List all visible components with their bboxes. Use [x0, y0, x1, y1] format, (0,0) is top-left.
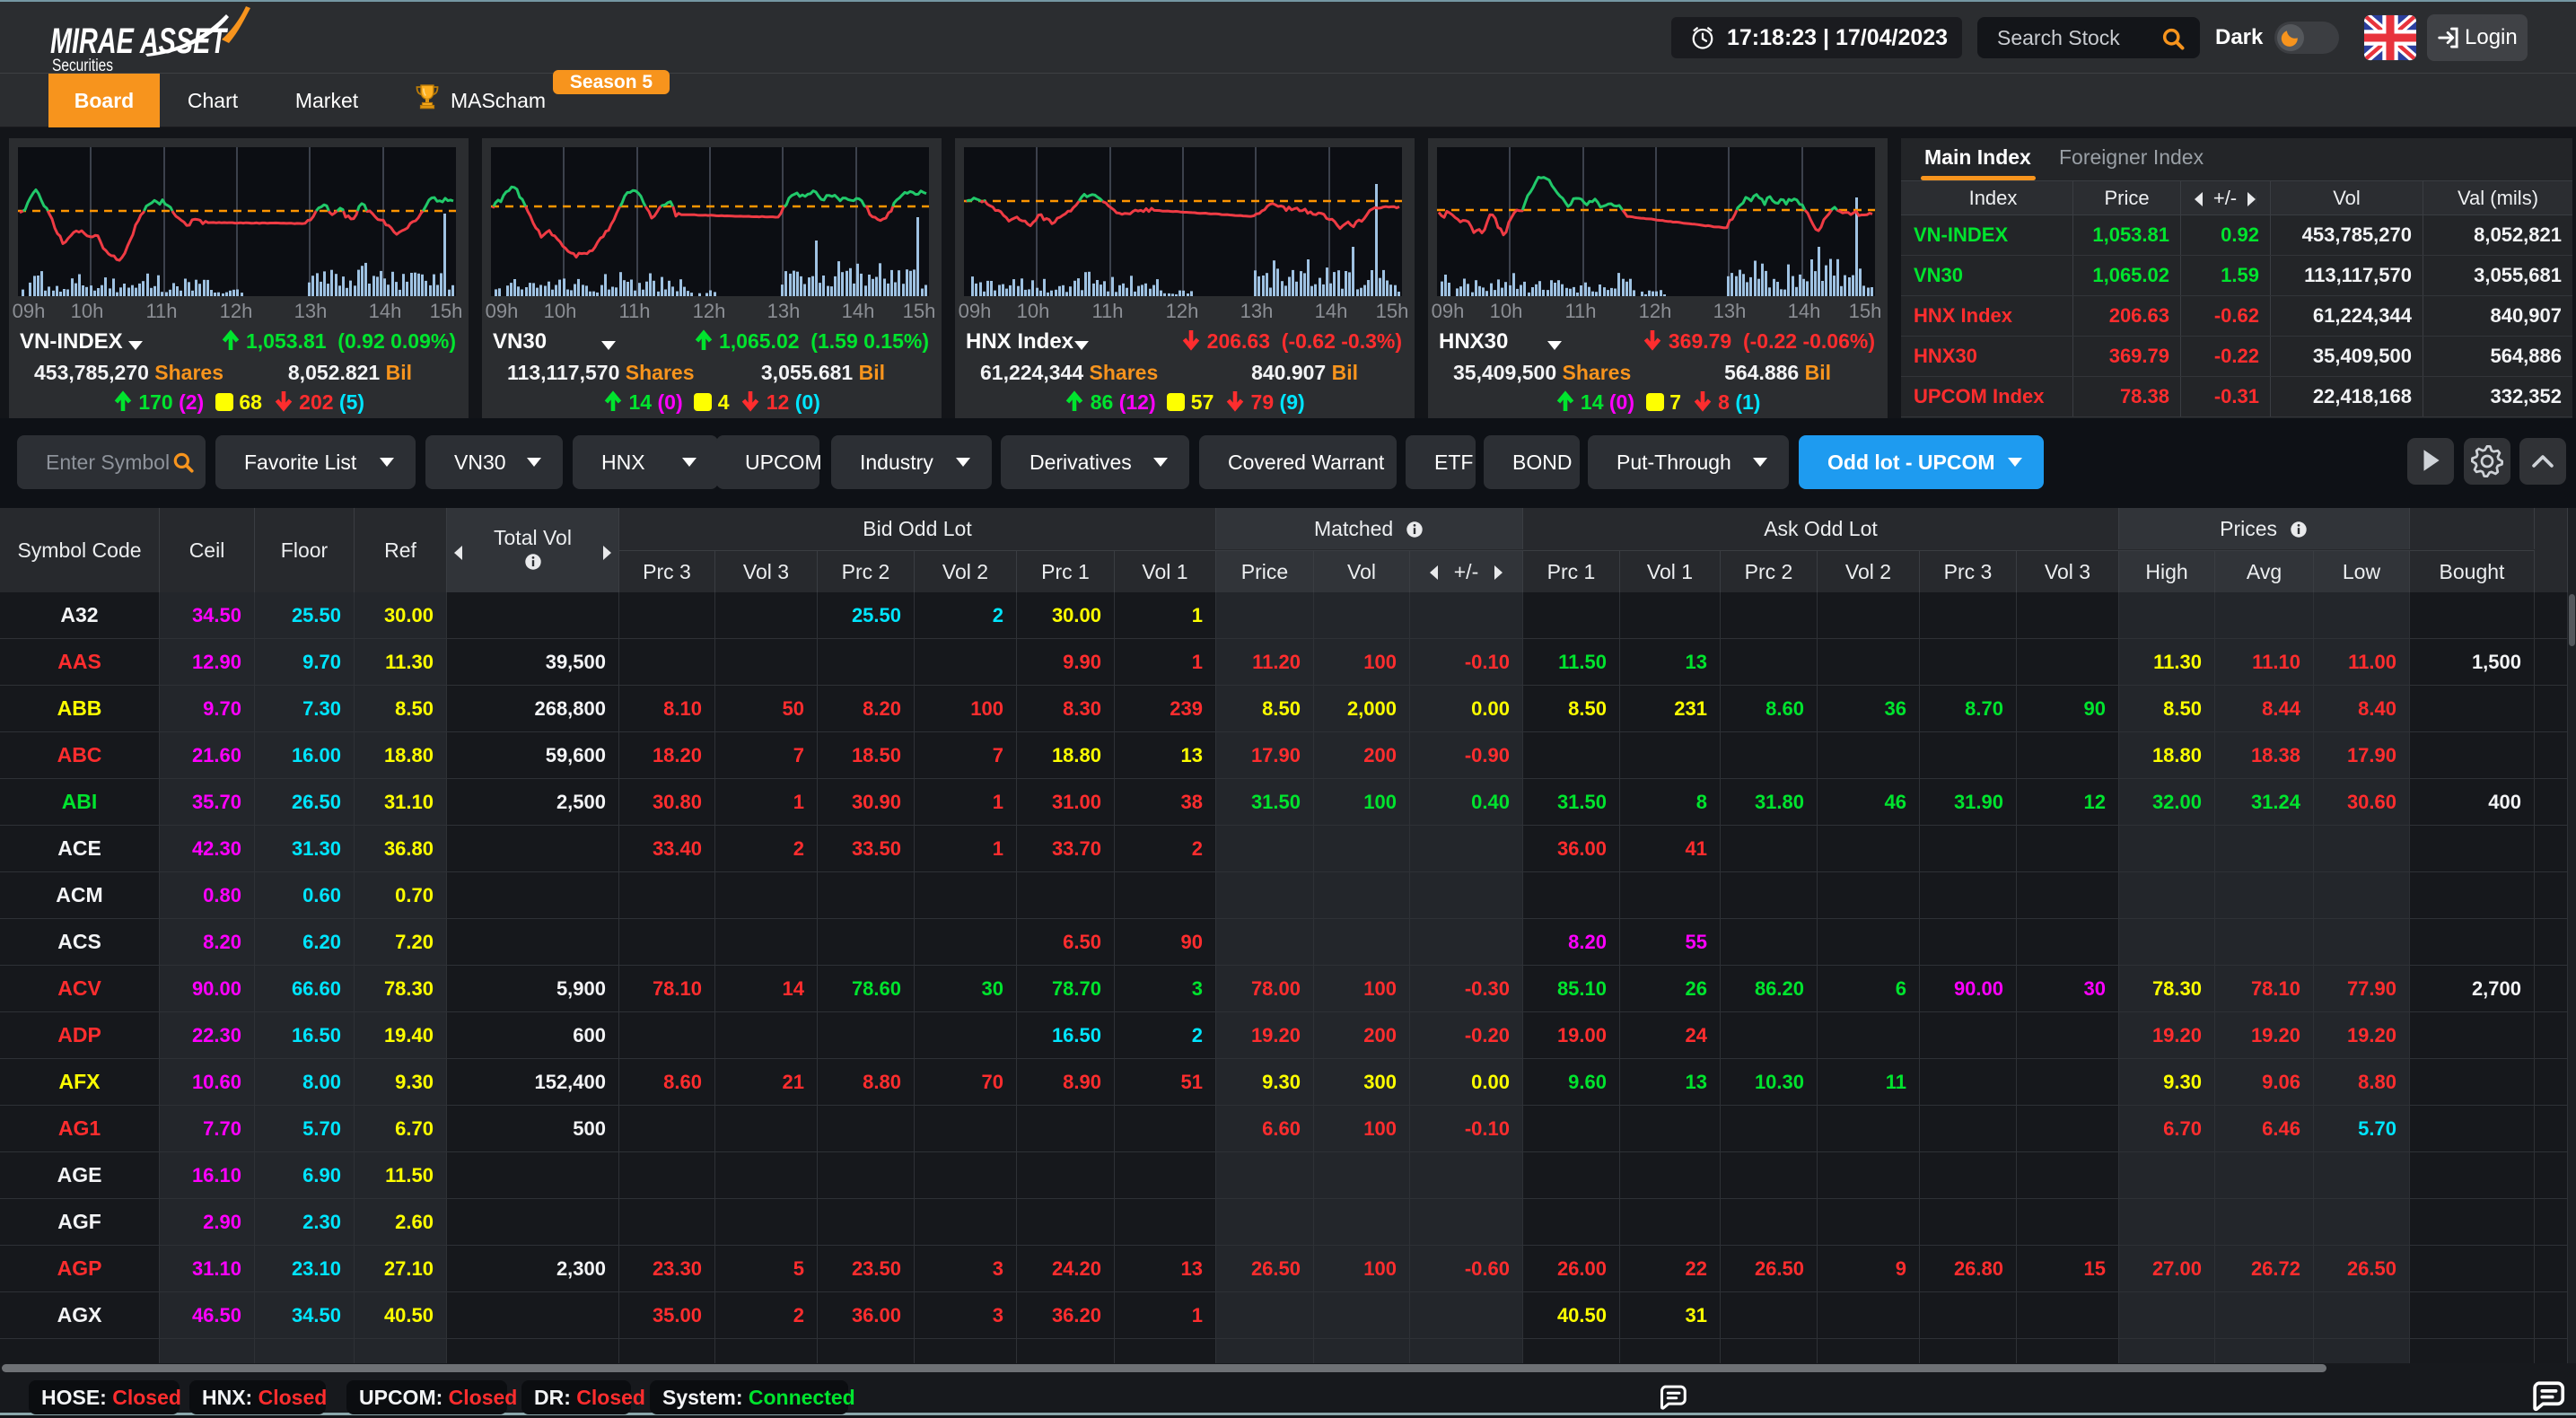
svg-text:Securities: Securities [52, 57, 113, 74]
svg-text:MIRAE ASSET: MIRAE ASSET [50, 22, 229, 61]
